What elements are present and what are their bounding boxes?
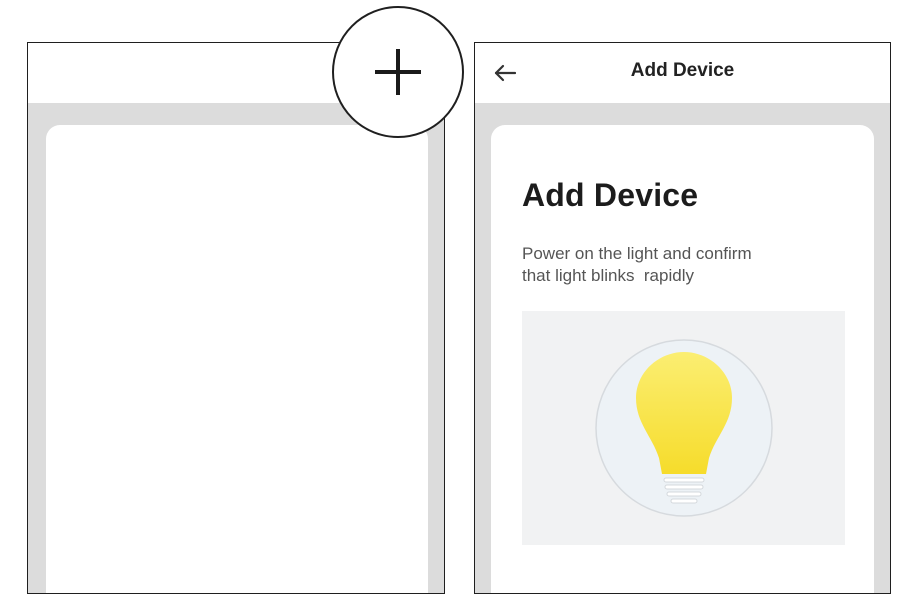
left-content-card [46, 125, 428, 593]
right-phone-screen: Add Device Add Device Power on the light… [474, 42, 891, 594]
light-bulb-icon [595, 339, 773, 517]
description-line-1: Power on the light and confirm [522, 244, 752, 263]
light-bulb-illustration [522, 311, 845, 545]
add-device-plus-button[interactable] [332, 6, 464, 138]
page-title: Add Device [630, 60, 735, 81]
description-line-2: that light blinks rapidly [522, 266, 694, 285]
add-device-card: Add Device Power on the light and confir… [491, 125, 874, 593]
card-title: Add Device [522, 177, 699, 213]
card-description: Power on the light and confirm that ligh… [522, 243, 822, 287]
plus-icon [375, 49, 421, 95]
add-device-topbar: Add Device [475, 43, 890, 103]
